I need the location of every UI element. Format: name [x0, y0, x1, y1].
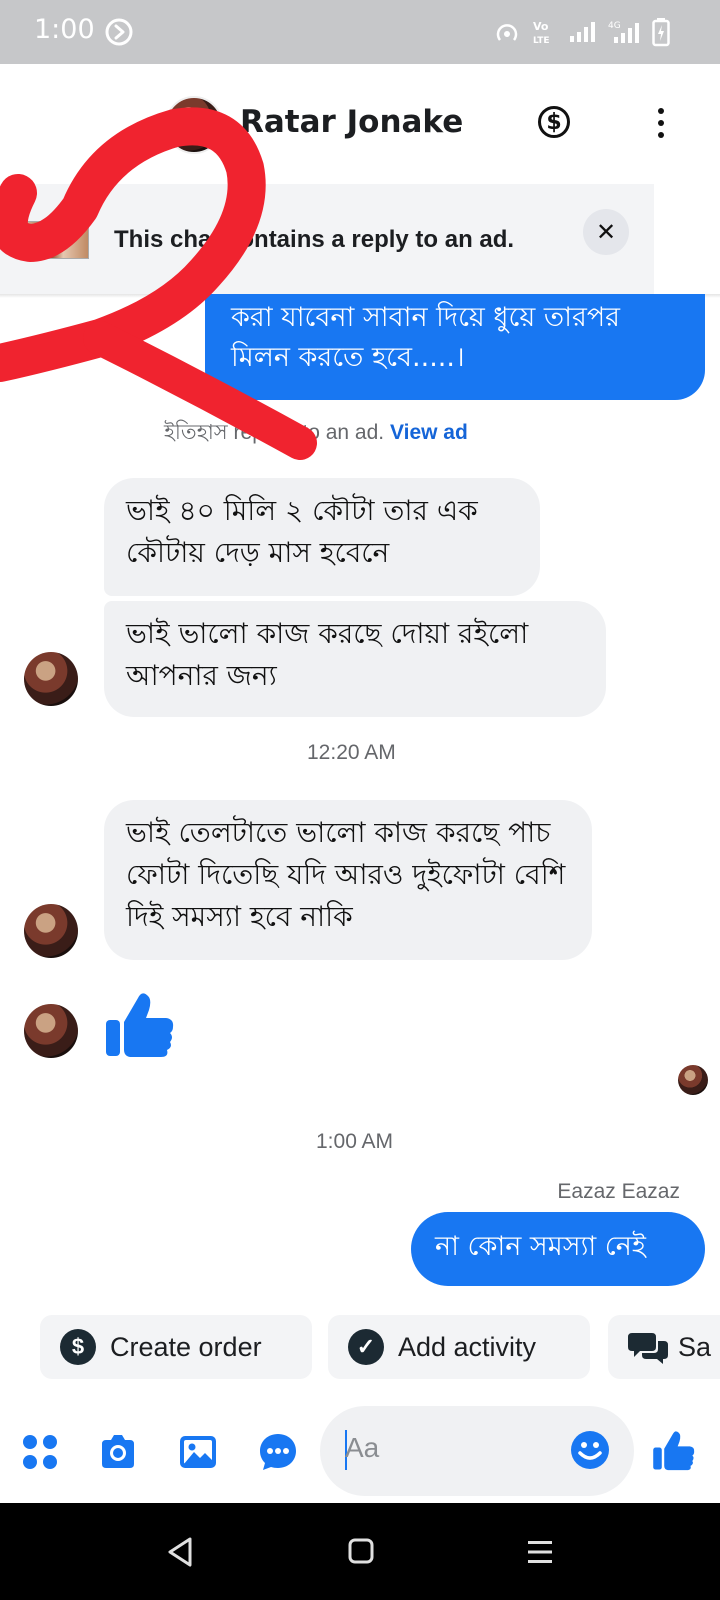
seen-avatar — [678, 1065, 708, 1095]
check-icon: ✓ — [348, 1329, 384, 1365]
home-icon[interactable] — [348, 1538, 374, 1564]
more-options-icon[interactable] — [656, 108, 666, 138]
status-time: 1:00 — [34, 14, 95, 45]
svg-text:Vo: Vo — [533, 20, 549, 33]
ad-thumbnail[interactable] — [25, 221, 89, 259]
back-icon[interactable] — [166, 1536, 194, 1568]
apps-grid-icon[interactable] — [20, 1432, 60, 1472]
reply-note-text: ইতিহাস replied to an ad. — [164, 421, 385, 444]
chat-bubbles-icon — [628, 1333, 668, 1364]
add-activity-button[interactable]: ✓ Add activity — [328, 1315, 590, 1379]
timestamp: 12:20 AM — [307, 741, 396, 764]
gallery-icon[interactable] — [178, 1432, 218, 1472]
recent-apps-icon[interactable] — [526, 1538, 554, 1566]
battery-charging-icon — [652, 18, 670, 47]
svg-text:LTE: LTE — [533, 36, 550, 46]
play-circle-icon — [105, 18, 133, 46]
add-activity-label: Add activity — [398, 1331, 537, 1362]
contact-name[interactable]: Ratar Jonake — [240, 104, 463, 140]
incoming-message[interactable]: ভাই তেলটাতে ভালো কাজ করছে পাচ ফোটা দিতেছ… — [104, 800, 592, 960]
create-order-button[interactable]: $ Create order — [40, 1315, 312, 1379]
thumbs-up-icon[interactable] — [652, 1428, 696, 1472]
saved-replies-button[interactable]: Sa — [608, 1315, 720, 1379]
outgoing-message[interactable]: করা যাবেনা সাবান দিয়ে ধুয়ে তারপর মিলন … — [205, 294, 705, 400]
signal-icon — [570, 22, 595, 42]
sender-name: Eazaz Eazaz — [557, 1180, 680, 1203]
sender-avatar[interactable] — [24, 1004, 78, 1058]
saved-replies-label: Sa — [678, 1331, 712, 1362]
svg-text:4G: 4G — [608, 21, 621, 31]
incoming-message[interactable]: ভাই ৪০ মিলি ২ কৌটা তার এক কৌটায় দেড় মা… — [104, 478, 540, 596]
view-ad-link[interactable]: View ad — [390, 421, 468, 444]
ad-banner-text: This chat contains a reply to an ad. — [114, 226, 515, 253]
volte-icon: Vo LTE — [533, 20, 550, 46]
dollar-icon: $ — [60, 1329, 96, 1365]
incoming-message[interactable]: ভাই ভালো কাজ করছে দোয়া রইলো আপনার জন্য — [104, 601, 606, 717]
reply-note: ইতিহাস replied to an ad. View ad — [164, 416, 468, 451]
message-input-placeholder[interactable]: Aa — [345, 1432, 379, 1464]
contact-avatar[interactable] — [165, 96, 223, 154]
status-icons: Vo LTE 4G — [492, 16, 670, 48]
thumbs-up-icon[interactable] — [104, 988, 176, 1060]
camera-icon[interactable] — [98, 1432, 138, 1472]
payment-dollar-icon[interactable]: $ — [538, 106, 570, 138]
emoji-icon[interactable] — [570, 1430, 610, 1470]
outgoing-message[interactable]: না কোন সমস্যা নেই — [411, 1212, 705, 1286]
close-icon[interactable]: ✕ — [583, 209, 629, 255]
hotspot-icon — [496, 24, 518, 41]
timestamp: 1:00 AM — [316, 1130, 394, 1153]
messenger-chat-icon[interactable] — [258, 1432, 298, 1472]
create-order-label: Create order — [110, 1331, 262, 1362]
sender-avatar[interactable] — [24, 652, 78, 706]
signal-4g-icon: 4G — [608, 21, 639, 43]
sender-avatar[interactable] — [24, 904, 78, 958]
